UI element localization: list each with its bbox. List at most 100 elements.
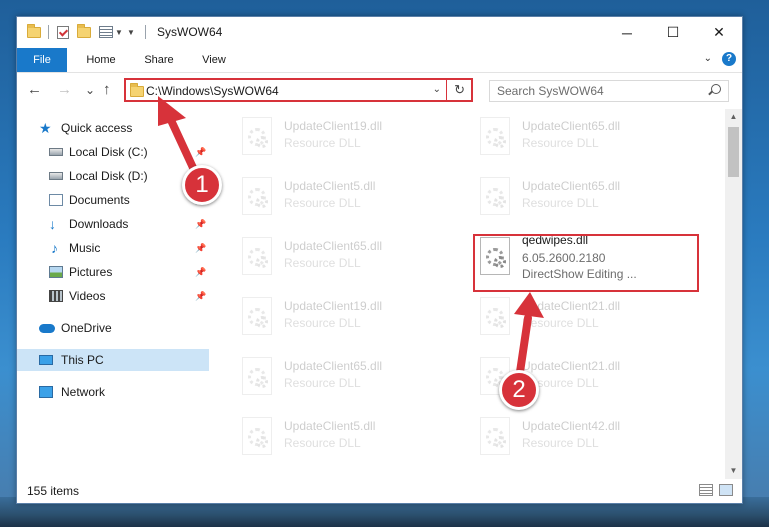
help-icon[interactable]: ? bbox=[722, 52, 736, 66]
this-pc-icon bbox=[39, 355, 53, 365]
up-button[interactable]: ↑ bbox=[103, 81, 111, 98]
dll-file-icon bbox=[242, 297, 272, 335]
dll-file-icon bbox=[242, 117, 272, 155]
forward-button[interactable]: → bbox=[57, 81, 72, 98]
sidebar-item-local-disk-c[interactable]: Local Disk (C:) 📌 bbox=[17, 141, 209, 163]
search-input[interactable]: Search SysWOW64 bbox=[497, 84, 604, 98]
tab-share[interactable]: Share bbox=[135, 48, 183, 72]
customize-toolbar-icon[interactable]: ▼ bbox=[127, 24, 135, 40]
scroll-down-button[interactable]: ▼ bbox=[725, 463, 742, 479]
close-button[interactable]: ✕ bbox=[696, 17, 742, 48]
sidebar-item-label: Pictures bbox=[69, 265, 113, 279]
file-name: UpdateClient21.dll bbox=[522, 359, 621, 373]
maximize-button[interactable]: ☐ bbox=[650, 17, 696, 48]
file-item[interactable]: UpdateClient19.dll Resource DLL bbox=[232, 109, 462, 167]
item-count: 155 items bbox=[27, 484, 80, 498]
file-type: Resource DLL bbox=[284, 196, 361, 210]
dll-file-icon bbox=[480, 417, 510, 455]
status-bar: 155 items bbox=[17, 479, 742, 503]
sidebar-item-onedrive[interactable]: OneDrive bbox=[17, 317, 209, 339]
pin-icon[interactable]: 📌 bbox=[195, 219, 206, 230]
properties-check-icon[interactable] bbox=[57, 24, 69, 40]
file-name: UpdateClient19.dll bbox=[284, 299, 383, 313]
sidebar-item-label: OneDrive bbox=[61, 321, 112, 335]
sidebar-item-documents[interactable]: Documents 📌 bbox=[17, 189, 209, 211]
dll-file-icon bbox=[242, 417, 272, 455]
file-name: UpdateClient65.dll bbox=[522, 119, 621, 133]
file-name: UpdateClient5.dll bbox=[284, 419, 376, 433]
onedrive-icon bbox=[39, 323, 55, 333]
dll-file-icon bbox=[242, 357, 272, 395]
dll-file-icon bbox=[480, 177, 510, 215]
folder-icon bbox=[27, 23, 41, 40]
address-bar[interactable]: C:\Windows\SysWOW64 ⌄ ↻ bbox=[124, 78, 473, 102]
file-type: Resource DLL bbox=[522, 436, 599, 450]
file-name: UpdateClient21.dll bbox=[522, 299, 621, 313]
pin-icon[interactable]: 📌 bbox=[195, 267, 206, 278]
back-button[interactable]: ← bbox=[27, 81, 42, 98]
sidebar-item-pictures[interactable]: Pictures 📌 bbox=[17, 261, 209, 283]
sidebar-item-label: This PC bbox=[61, 353, 104, 367]
sidebar-item-label: Quick access bbox=[61, 121, 133, 135]
search-icon[interactable] bbox=[711, 84, 721, 94]
star-icon: ★ bbox=[39, 120, 52, 136]
file-item[interactable]: UpdateClient5.dll Resource DLL bbox=[232, 169, 462, 227]
address-folder-icon bbox=[130, 83, 144, 97]
sidebar-item-downloads[interactable]: ↓ Downloads 📌 bbox=[17, 213, 209, 235]
file-item[interactable]: UpdateClient65.dll Resource DLL bbox=[470, 169, 700, 227]
dll-file-icon bbox=[242, 177, 272, 215]
file-item[interactable]: UpdateClient19.dll Resource DLL bbox=[232, 289, 462, 347]
file-explorer-window: ▼ ▼ SysWOW64 ─ ☐ ✕ File Home Share View … bbox=[16, 16, 743, 504]
vertical-scrollbar[interactable]: ▲ ▼ bbox=[725, 109, 742, 479]
file-name: UpdateClient65.dll bbox=[522, 179, 621, 193]
dll-file-icon bbox=[242, 237, 272, 275]
address-path[interactable]: C:\Windows\SysWOW64 bbox=[146, 84, 279, 98]
sidebar-item-quick-access[interactable]: ★ Quick access bbox=[17, 117, 209, 139]
pin-icon[interactable]: 📌 bbox=[195, 243, 206, 254]
sidebar-item-music[interactable]: ♪ Music 📌 bbox=[17, 237, 209, 259]
file-name: UpdateClient65.dll bbox=[284, 359, 383, 373]
search-box[interactable]: Search SysWOW64 bbox=[489, 80, 729, 102]
file-item[interactable]: UpdateClient21.dll Resource DLL bbox=[470, 289, 700, 347]
highlight-box-qedwipes bbox=[473, 234, 699, 292]
pin-icon[interactable]: 📌 bbox=[195, 291, 206, 302]
tab-view[interactable]: View bbox=[191, 48, 237, 72]
scroll-up-button[interactable]: ▲ bbox=[725, 109, 742, 125]
details-view-icon[interactable] bbox=[699, 484, 713, 496]
toolbar-separator bbox=[48, 24, 49, 40]
sidebar-item-videos[interactable]: Videos 📌 bbox=[17, 285, 209, 307]
file-type: Resource DLL bbox=[522, 196, 599, 210]
file-item[interactable]: UpdateClient65.dll Resource DLL bbox=[232, 349, 462, 407]
pin-icon[interactable]: 📌 bbox=[195, 147, 206, 158]
sidebar-item-label: Music bbox=[69, 241, 101, 255]
title-separator bbox=[145, 24, 146, 40]
sidebar-item-label: Network bbox=[61, 385, 106, 399]
expand-ribbon-icon[interactable]: ⌄ bbox=[704, 53, 712, 64]
file-item[interactable]: UpdateClient65.dll Resource DLL bbox=[470, 109, 700, 167]
properties-icon[interactable] bbox=[99, 24, 113, 40]
sidebar-item-local-disk-d[interactable]: Local Disk (D:) bbox=[17, 165, 209, 187]
file-name: UpdateClient19.dll bbox=[284, 119, 383, 133]
minimize-button[interactable]: ─ bbox=[604, 17, 650, 48]
file-list: UpdateClient19.dll Resource DLL UpdateCl… bbox=[222, 109, 727, 484]
chevron-down-icon[interactable]: ⌄ bbox=[433, 84, 441, 95]
recent-locations-button[interactable]: ⌄ bbox=[85, 83, 95, 97]
tab-home[interactable]: Home bbox=[77, 48, 125, 72]
sidebar-item-network[interactable]: Network bbox=[17, 381, 209, 403]
sidebar-item-label: Local Disk (D:) bbox=[69, 169, 148, 183]
file-type: Resource DLL bbox=[284, 316, 361, 330]
sidebar-item-this-pc[interactable]: This PC bbox=[17, 349, 209, 371]
tab-file[interactable]: File bbox=[17, 48, 67, 72]
new-folder-icon[interactable] bbox=[77, 23, 91, 40]
refresh-icon[interactable]: ↻ bbox=[454, 82, 465, 98]
file-item[interactable]: UpdateClient42.dll Resource DLL bbox=[470, 409, 700, 467]
file-item[interactable]: UpdateClient65.dll Resource DLL bbox=[232, 229, 462, 287]
drive-icon bbox=[49, 148, 63, 156]
file-name: UpdateClient42.dll bbox=[522, 419, 621, 433]
chevron-down-icon[interactable]: ▼ bbox=[115, 24, 123, 40]
scroll-thumb[interactable] bbox=[728, 127, 739, 177]
file-item[interactable]: UpdateClient5.dll Resource DLL bbox=[232, 409, 462, 467]
file-name: UpdateClient5.dll bbox=[284, 179, 376, 193]
navigation-pane: ★ Quick access Local Disk (C:) 📌 Local D… bbox=[17, 109, 212, 479]
large-icons-view-icon[interactable] bbox=[719, 484, 733, 496]
